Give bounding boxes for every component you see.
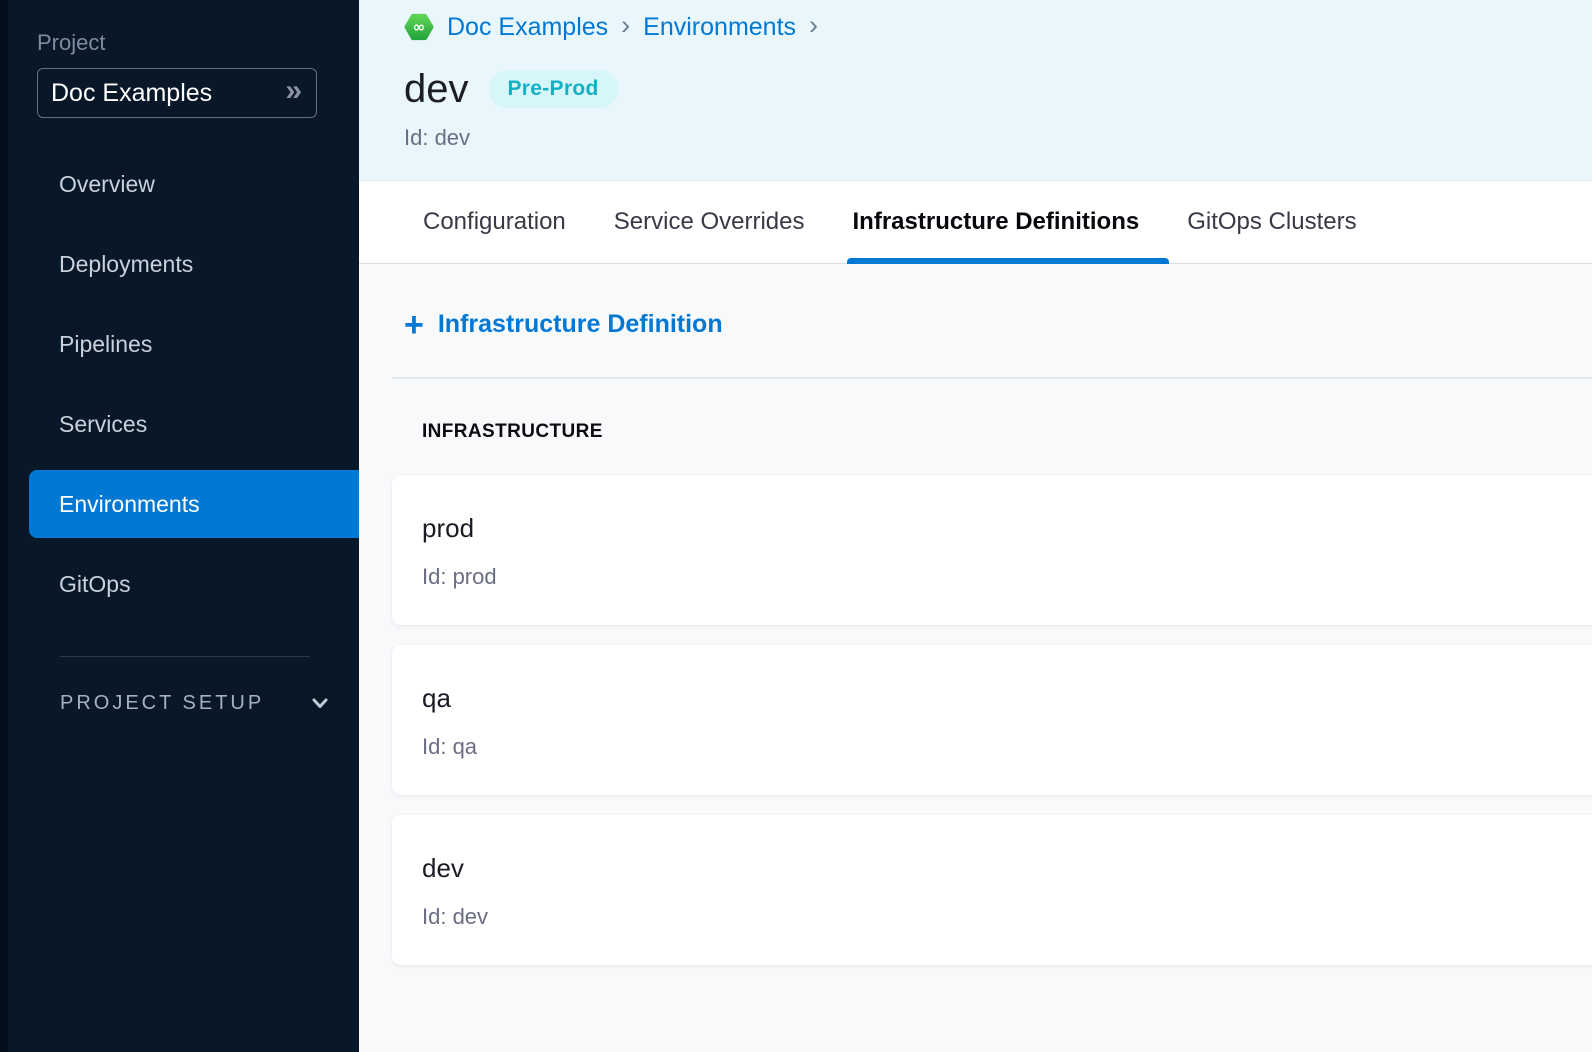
tab-infrastructure-definitions[interactable]: Infrastructure Definitions [853, 181, 1140, 263]
sidebar-item-gitops[interactable]: GitOps [29, 550, 359, 618]
project-label: Project [37, 30, 359, 56]
env-type-badge: Pre-Prod [489, 70, 618, 108]
environment-header: ∞ Doc Examples › Environments › dev Pre-… [359, 0, 1592, 180]
sidebar-item-services[interactable]: Services [29, 390, 359, 458]
breadcrumb-link-environments[interactable]: Environments [643, 13, 796, 42]
infrastructure-id: Id: dev [422, 904, 1592, 930]
project-setup-label: PROJECT SETUP [60, 692, 264, 715]
sidebar-item-label: Pipelines [59, 331, 152, 358]
sidebar-item-label: Environments [59, 491, 200, 518]
add-infrastructure-definition-label: Infrastructure Definition [438, 310, 723, 339]
sidebar-item-overview[interactable]: Overview [29, 150, 359, 218]
sidebar-item-label: Deployments [59, 251, 193, 278]
tab-configuration[interactable]: Configuration [423, 181, 566, 263]
infrastructure-id: Id: prod [422, 564, 1592, 590]
environments-hexagon-icon: ∞ [404, 12, 434, 42]
project-setup-toggle[interactable]: PROJECT SETUP [60, 691, 332, 715]
main-panel: ∞ Doc Examples › Environments › dev Pre-… [359, 0, 1592, 1052]
infrastructure-row-qa[interactable]: qa Id: qa [392, 645, 1592, 795]
infrastructure-definitions-panel: + Infrastructure Definition INFRASTRUCTU… [359, 264, 1592, 1052]
sidebar-item-pipelines[interactable]: Pipelines [29, 310, 359, 378]
svg-text:∞: ∞ [413, 18, 426, 36]
page-title: dev [404, 66, 469, 112]
environment-id: Id: dev [404, 125, 1592, 151]
breadcrumb-separator-icon: › [621, 12, 630, 42]
tab-label: Configuration [423, 208, 566, 236]
infrastructure-id: Id: qa [422, 734, 1592, 760]
infrastructure-row-dev[interactable]: dev Id: dev [392, 815, 1592, 965]
tab-label: GitOps Clusters [1187, 208, 1356, 236]
sidebar-divider [60, 656, 310, 657]
tab-gitops-clusters[interactable]: GitOps Clusters [1187, 181, 1356, 263]
sidebar-item-label: Services [59, 411, 147, 438]
add-infrastructure-definition-button[interactable]: + Infrastructure Definition [404, 310, 723, 339]
sidebar-item-deployments[interactable]: Deployments [29, 230, 359, 298]
breadcrumb-separator-icon: › [809, 12, 818, 42]
infrastructure-name: dev [422, 853, 1592, 884]
infrastructure-name: qa [422, 683, 1592, 714]
tab-label: Infrastructure Definitions [853, 208, 1140, 236]
project-selector[interactable]: Doc Examples » [37, 68, 317, 118]
tab-label: Service Overrides [614, 208, 805, 236]
sidebar-item-environments[interactable]: Environments [29, 470, 359, 538]
chevron-down-icon [308, 691, 332, 715]
infrastructure-row-prod[interactable]: prod Id: prod [392, 475, 1592, 625]
sidebar-nav: Overview Deployments Pipelines Services … [0, 150, 359, 618]
project-selector-value: Doc Examples [51, 79, 212, 108]
plus-icon: + [404, 311, 424, 339]
breadcrumb-link-project[interactable]: Doc Examples [447, 13, 608, 42]
sidebar-item-label: Overview [59, 171, 155, 198]
project-sidebar: Project Doc Examples » Overview Deployme… [0, 0, 359, 1052]
environment-tabbar: Configuration Service Overrides Infrastr… [359, 180, 1592, 264]
infrastructure-name: prod [422, 513, 1592, 544]
content-divider [392, 377, 1592, 379]
infrastructure-list: prod Id: prod qa Id: qa dev Id: dev [392, 475, 1592, 965]
tab-service-overrides[interactable]: Service Overrides [614, 181, 805, 263]
sidebar-item-label: GitOps [59, 571, 131, 598]
expand-project-nav-icon: » [285, 76, 302, 110]
infrastructure-column-header: INFRASTRUCTURE [422, 421, 1592, 443]
title-row: dev Pre-Prod [404, 66, 1592, 112]
breadcrumb: ∞ Doc Examples › Environments › [404, 0, 1592, 42]
